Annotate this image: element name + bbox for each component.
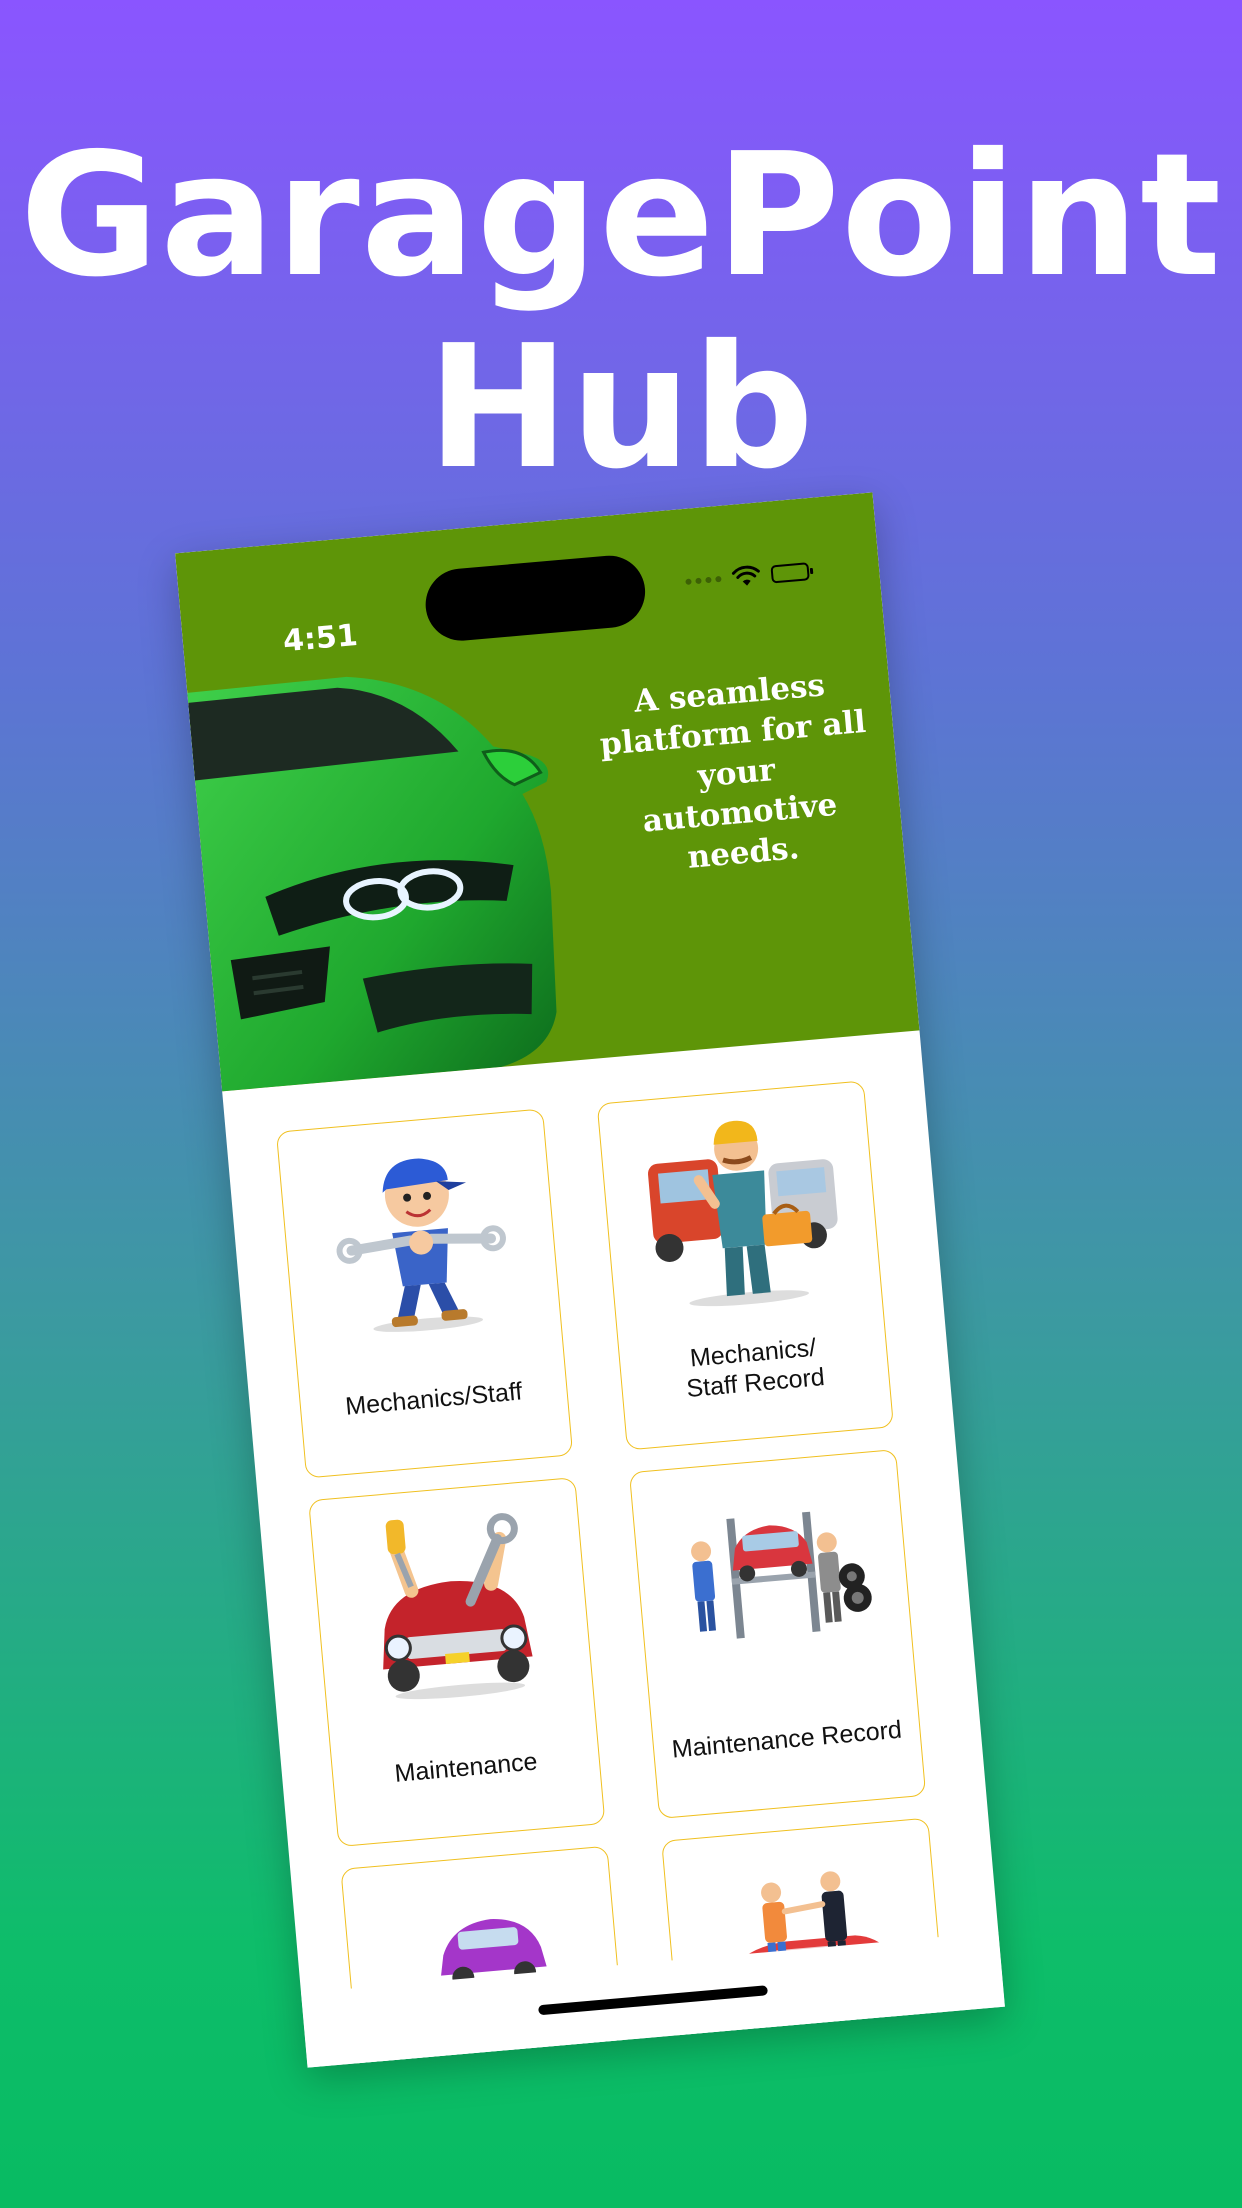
phone-mockup: 4:51 A seamless platform for all your au… [175, 492, 1005, 2068]
app-headline: GaragePoint Hub [0, 120, 1242, 504]
hero-banner: 4:51 A seamless platform for all your au… [175, 492, 920, 1092]
wifi-icon [731, 565, 760, 586]
card-mechanics-staff-record[interactable]: Mechanics/ Staff Record [596, 1080, 894, 1451]
card-mechanics-staff[interactable]: Mechanics/Staff [275, 1108, 574, 1479]
signal-icon [685, 575, 722, 586]
card-maintenance[interactable]: Maintenance [308, 1477, 606, 1848]
status-icons [685, 560, 810, 593]
headline-line-2: Hub [427, 309, 815, 507]
headline-line-1: GaragePoint [19, 117, 1223, 315]
card-label: Mechanics/ Staff Record [685, 1333, 826, 1403]
mechanic-toolbox-icon [647, 1120, 838, 1307]
feature-grid: Mechanics/Staff Mechanics/ Staff Record … [275, 1080, 959, 2068]
card-label: Mechanics/Staff [344, 1377, 524, 1421]
dynamic-island [422, 552, 649, 644]
car-lift-icon [691, 1511, 872, 1639]
mechanic-boy-icon [336, 1158, 506, 1332]
battery-icon [770, 562, 810, 584]
card-label: Maintenance [393, 1747, 539, 1788]
card-maintenance-record[interactable]: Maintenance Record [628, 1448, 927, 1820]
sports-car-icon [187, 676, 557, 1092]
card-label: Maintenance Record [670, 1715, 903, 1764]
hero-tagline: A seamless platform for all your automot… [598, 667, 868, 876]
car-repair-icon [383, 1513, 533, 1700]
